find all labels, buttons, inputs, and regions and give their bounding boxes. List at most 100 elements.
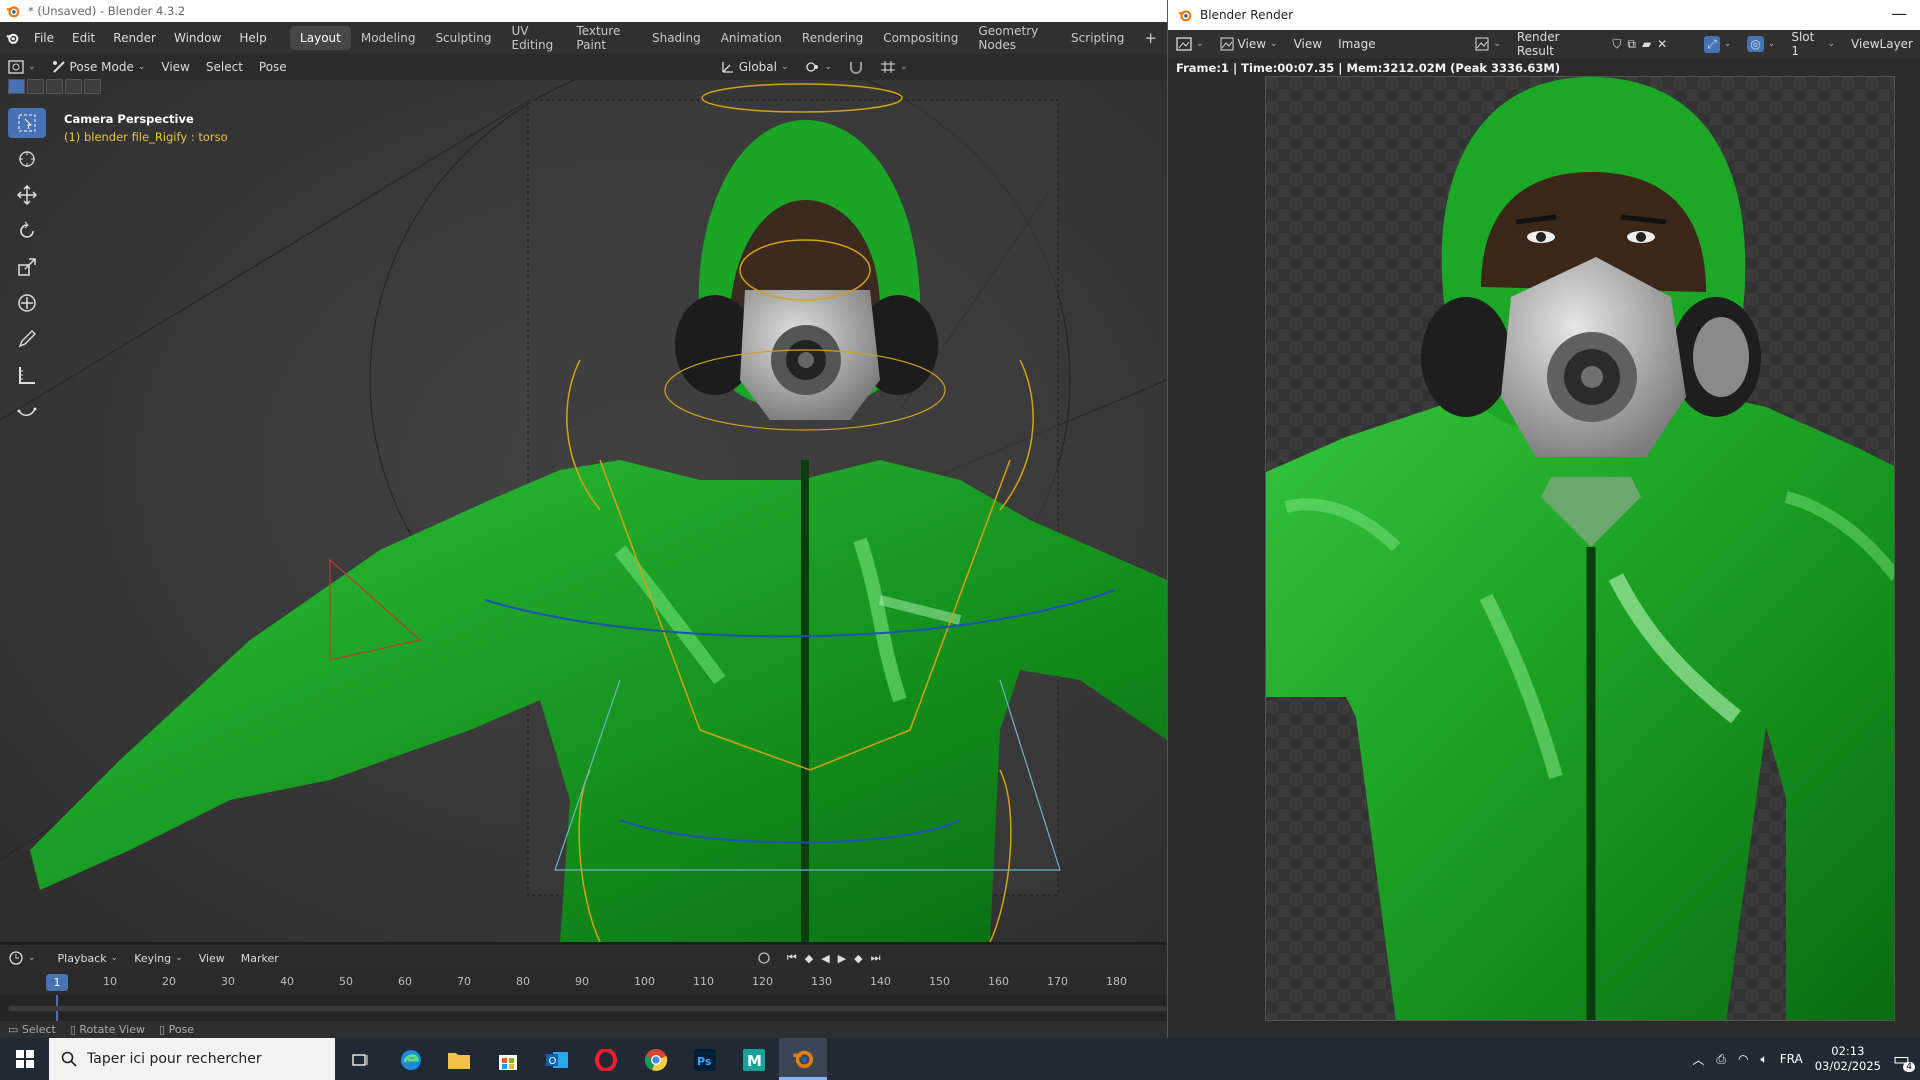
blender-menu-icon[interactable] bbox=[6, 29, 19, 47]
render-menu-view[interactable]: View bbox=[1286, 37, 1330, 51]
menu-edit[interactable]: Edit bbox=[63, 31, 104, 45]
menu-help[interactable]: Help bbox=[230, 31, 275, 45]
next-keyframe-icon[interactable]: ◆ bbox=[854, 952, 862, 965]
duplicate-icon[interactable]: ⧉ bbox=[1627, 37, 1636, 52]
snap-target-dropdown[interactable]: ⌄ bbox=[872, 60, 916, 74]
scale-tool[interactable] bbox=[8, 252, 46, 282]
cursor-tool[interactable] bbox=[8, 144, 46, 174]
pencil-icon bbox=[18, 330, 36, 348]
folder-icon[interactable]: ▰ bbox=[1642, 37, 1651, 51]
menu-render[interactable]: Render bbox=[104, 31, 165, 45]
selection-mode-group bbox=[8, 79, 101, 94]
mixamo-app-icon[interactable]: M bbox=[740, 1046, 768, 1074]
annotate-tool[interactable] bbox=[8, 324, 46, 354]
render-menu-image[interactable]: Image bbox=[1330, 37, 1384, 51]
select-box-tool[interactable] bbox=[8, 108, 46, 138]
task-view-icon[interactable] bbox=[347, 1046, 375, 1074]
tab-shading[interactable]: Shading bbox=[642, 26, 711, 50]
outlook-icon[interactable]: O bbox=[543, 1046, 571, 1074]
tab-scripting[interactable]: Scripting bbox=[1061, 26, 1134, 50]
jump-start-icon[interactable]: ⏮ bbox=[787, 951, 797, 965]
image-editor-type-button[interactable]: ⌄ bbox=[1168, 37, 1212, 51]
add-workspace-button[interactable]: + bbox=[1134, 24, 1167, 52]
timeline-menu-playback[interactable]: Playback ⌄ bbox=[50, 952, 127, 965]
timeline-menu-view[interactable]: View bbox=[191, 952, 233, 965]
select-invert-mode-icon[interactable] bbox=[65, 79, 82, 94]
wifi-icon[interactable]: ◠ bbox=[1738, 1052, 1748, 1066]
jump-end-icon[interactable]: ⏭ bbox=[871, 951, 881, 965]
editor-type-button[interactable]: ⌄ bbox=[0, 60, 44, 74]
tab-sculpting[interactable]: Sculpting bbox=[425, 26, 501, 50]
opera-browser-icon[interactable] bbox=[592, 1046, 620, 1074]
microsoft-store-icon[interactable] bbox=[494, 1046, 522, 1074]
3d-viewport[interactable] bbox=[0, 80, 1167, 942]
photoshop-icon[interactable]: Ps bbox=[691, 1046, 719, 1074]
current-frame-indicator[interactable]: 1 bbox=[46, 974, 68, 991]
render-result-name[interactable]: Render Result bbox=[1509, 30, 1604, 58]
timeline-track-area[interactable] bbox=[0, 995, 1167, 1021]
tab-modeling[interactable]: Modeling bbox=[351, 26, 426, 50]
timeline-menu-keying[interactable]: Keying ⌄ bbox=[126, 952, 191, 965]
minimize-button[interactable]: — bbox=[1891, 4, 1907, 23]
move-tool[interactable] bbox=[8, 180, 46, 210]
tab-texture-paint[interactable]: Texture Paint bbox=[566, 19, 642, 57]
shield-icon[interactable]: ⛉ bbox=[1612, 37, 1621, 52]
select-intersect-mode-icon[interactable] bbox=[84, 79, 101, 94]
gizmo-toggle[interactable]: ⤢ ⌄ bbox=[1696, 35, 1739, 53]
transform-orientation-dropdown[interactable]: Global ⌄ bbox=[713, 60, 797, 74]
select-new-mode-icon[interactable] bbox=[8, 79, 25, 94]
menu-window[interactable]: Window bbox=[165, 31, 230, 45]
usb-device-icon[interactable]: ⎙ bbox=[1716, 1052, 1726, 1067]
tab-geometry-nodes[interactable]: Geometry Nodes bbox=[968, 19, 1061, 57]
select-subtract-mode-icon[interactable] bbox=[46, 79, 63, 94]
file-explorer-icon[interactable] bbox=[445, 1046, 473, 1074]
show-hidden-icons-chevron-icon[interactable]: ︿ bbox=[1692, 1051, 1704, 1068]
bone-roll-tool[interactable] bbox=[8, 396, 46, 426]
timeline-scrollbar[interactable] bbox=[8, 1006, 1167, 1011]
timeline-ruler[interactable]: 1 10 20 30 40 50 60 70 80 90 100 110 120 130 140 150 16… bbox=[0, 971, 1167, 995]
tab-compositing[interactable]: Compositing bbox=[873, 26, 968, 50]
rotate-tool[interactable] bbox=[8, 216, 46, 246]
edge-browser-icon[interactable] bbox=[397, 1046, 425, 1074]
tab-rendering[interactable]: Rendering bbox=[792, 26, 873, 50]
camera-perspective-label: Camera Perspective bbox=[64, 112, 194, 126]
image-view-mode-dropdown[interactable]: View ⌄ bbox=[1212, 37, 1286, 51]
taskbar-search-box[interactable]: Taper ici pour rechercher bbox=[49, 1038, 335, 1080]
viewport-menu-select[interactable]: Select bbox=[198, 60, 251, 74]
mode-selector[interactable]: Pose Mode ⌄ bbox=[44, 60, 154, 74]
notification-center-icon[interactable]: ▭ 4 bbox=[1893, 1049, 1915, 1072]
clock[interactable]: 02:13 03/02/2025 bbox=[1815, 1044, 1881, 1074]
start-button[interactable] bbox=[0, 1050, 49, 1068]
language-indicator[interactable]: FRA bbox=[1780, 1052, 1803, 1066]
tab-layout[interactable]: Layout bbox=[290, 26, 351, 50]
blender-taskbar-icon[interactable] bbox=[779, 1038, 827, 1080]
view-layer-label[interactable]: ViewLayer bbox=[1843, 37, 1920, 51]
measure-tool[interactable] bbox=[8, 360, 46, 390]
chrome-browser-icon[interactable] bbox=[642, 1046, 670, 1074]
select-extend-mode-icon[interactable] bbox=[27, 79, 44, 94]
auto-keying-toggle[interactable] bbox=[749, 951, 779, 965]
tab-uv-editing[interactable]: UV Editing bbox=[501, 19, 566, 57]
render-result-canvas[interactable] bbox=[1265, 76, 1895, 1021]
slot-dropdown[interactable]: Slot 1 ⌄ bbox=[1783, 30, 1843, 58]
pose-mode-icon bbox=[52, 61, 65, 73]
timeline-editor-type-button[interactable]: ⌄ bbox=[0, 950, 44, 966]
volume-icon[interactable]: 🔈︎ bbox=[1761, 1052, 1768, 1067]
transform-tool[interactable] bbox=[8, 288, 46, 318]
tab-animation[interactable]: Animation bbox=[711, 26, 792, 50]
play-reverse-icon[interactable]: ◀ bbox=[821, 952, 829, 965]
viewport-menu-view[interactable]: View bbox=[153, 60, 197, 74]
image-browse-dropdown[interactable]: ⌄ bbox=[1467, 37, 1509, 51]
timeline-menu-marker[interactable]: Marker bbox=[233, 952, 287, 965]
svg-text:M: M bbox=[747, 1052, 762, 1070]
overlay-toggle[interactable]: ◎ ⌄ bbox=[1739, 36, 1783, 52]
snap-toggle[interactable] bbox=[840, 60, 872, 74]
play-icon[interactable]: ▶ bbox=[838, 952, 846, 965]
close-icon[interactable]: ✕ bbox=[1657, 37, 1667, 51]
pivot-point-dropdown[interactable]: ⌄ bbox=[797, 60, 841, 74]
prev-keyframe-icon[interactable]: ◆ bbox=[805, 952, 813, 965]
menu-file[interactable]: File bbox=[25, 31, 63, 45]
timeline-tick-label: 80 bbox=[516, 975, 530, 988]
viewport-menu-pose[interactable]: Pose bbox=[251, 60, 295, 74]
timeline-tick-label: 140 bbox=[870, 975, 891, 988]
